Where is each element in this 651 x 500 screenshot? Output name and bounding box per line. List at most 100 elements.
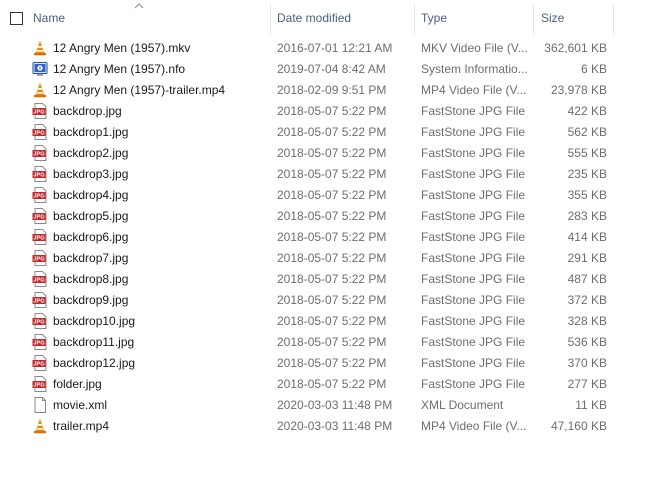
svg-text:JPG: JPG [33, 320, 44, 326]
file-date-modified: 2020-03-03 11:48 PM [277, 398, 393, 412]
file-name: 12 Angry Men (1957).nfo [53, 62, 186, 76]
file-row[interactable]: 12 Angry Men (1957).mkv 2016-07-01 12:21 … [0, 37, 651, 58]
file-row[interactable]: JPG backdrop9.jpg 2018-05-07 5:22 PM FastS… [0, 289, 651, 310]
file-date-modified: 2019-07-04 8:42 AM [277, 62, 386, 76]
file-type: FastStone JPG File [421, 167, 526, 181]
file-date-modified: 2018-05-07 5:22 PM [277, 104, 387, 118]
file-name: backdrop12.jpg [53, 356, 136, 370]
file-list: 12 Angry Men (1957).mkv 2016-07-01 12:21 … [0, 37, 651, 436]
file-name: backdrop4.jpg [53, 188, 129, 202]
file-type: MP4 Video File (V... [421, 419, 527, 433]
file-row[interactable]: JPG backdrop12.jpg 2018-05-07 5:22 PM Fast… [0, 352, 651, 373]
file-size: 362,601 KB [544, 41, 607, 55]
file-date-modified: 2016-07-01 12:21 AM [277, 41, 393, 55]
file-name: backdrop8.jpg [53, 272, 129, 286]
file-date-modified: 2018-05-07 5:22 PM [277, 188, 387, 202]
file-row[interactable]: JPG folder.jpg 2018-05-07 5:22 PM FastSton… [0, 373, 651, 394]
file-row[interactable]: JPG backdrop1.jpg 2018-05-07 5:22 PM FastS… [0, 121, 651, 142]
file-name: movie.xml [53, 398, 108, 412]
file-date-modified: 2018-05-07 5:22 PM [277, 230, 387, 244]
jpg-file-icon: JPG [32, 187, 48, 203]
file-size: 283 KB [567, 209, 607, 223]
file-date-modified: 2018-05-07 5:22 PM [277, 209, 387, 223]
file-row[interactable]: JPG backdrop2.jpg 2018-05-07 5:22 PM FastS… [0, 142, 651, 163]
svg-text:JPG: JPG [33, 215, 44, 221]
jpg-file-icon: JPG [32, 124, 48, 140]
column-divider-size[interactable] [613, 4, 614, 34]
jpg-file-icon: JPG [32, 271, 48, 287]
svg-text:JPG: JPG [33, 194, 44, 200]
jpg-file-icon: JPG [32, 229, 48, 245]
file-size: 235 KB [567, 167, 607, 181]
file-row[interactable]: movie.xml 2020-03-03 11:48 PM XML Document… [0, 394, 651, 415]
file-size: 47,160 KB [550, 419, 607, 433]
svg-text:JPG: JPG [33, 341, 44, 347]
system-info-icon [32, 61, 48, 77]
column-divider-type[interactable] [533, 4, 534, 34]
file-type: FastStone JPG File [421, 356, 526, 370]
file-size: 562 KB [567, 125, 607, 139]
file-size: 23,978 KB [550, 83, 607, 97]
file-type: MKV Video File (V... [421, 41, 528, 55]
column-header-type[interactable]: Type [421, 11, 447, 25]
file-name: backdrop1.jpg [53, 125, 129, 139]
file-date-modified: 2018-05-07 5:22 PM [277, 272, 387, 286]
file-date-modified: 2018-05-07 5:22 PM [277, 377, 387, 391]
file-row[interactable]: 12 Angry Men (1957).nfo 2019-07-04 8:42 A… [0, 58, 651, 79]
jpg-file-icon: JPG [32, 334, 48, 350]
file-row[interactable]: JPG backdrop10.jpg 2018-05-07 5:22 PM Fast… [0, 310, 651, 331]
file-date-modified: 2018-05-07 5:22 PM [277, 167, 387, 181]
file-row[interactable]: JPG backdrop.jpg 2018-05-07 5:22 PM FastSt… [0, 100, 651, 121]
file-size: 414 KB [567, 230, 607, 244]
file-size: 6 KB [580, 62, 607, 76]
file-name: backdrop2.jpg [53, 146, 129, 160]
svg-text:JPG: JPG [33, 383, 44, 389]
file-size: 11 KB [575, 398, 607, 412]
file-date-modified: 2018-05-07 5:22 PM [277, 314, 387, 328]
column-header-size[interactable]: Size [541, 11, 564, 25]
file-row[interactable]: JPG backdrop8.jpg 2018-05-07 5:22 PM FastS… [0, 268, 651, 289]
select-all-checkbox[interactable] [10, 12, 23, 25]
file-name: backdrop9.jpg [53, 293, 129, 307]
file-type: FastStone JPG File [421, 314, 526, 328]
column-divider-name[interactable] [270, 4, 271, 34]
svg-text:JPG: JPG [33, 110, 44, 116]
file-date-modified: 2018-05-07 5:22 PM [277, 335, 387, 349]
column-header-date-modified[interactable]: Date modified [277, 11, 351, 25]
file-type: FastStone JPG File [421, 272, 526, 286]
file-type: FastStone JPG File [421, 293, 526, 307]
file-row[interactable]: trailer.mp4 2020-03-03 11:48 PM MP4 Video … [0, 415, 651, 436]
file-row[interactable]: JPG backdrop6.jpg 2018-05-07 5:22 PM FastS… [0, 226, 651, 247]
svg-text:JPG: JPG [33, 173, 44, 179]
file-size: 291 KB [567, 251, 607, 265]
file-type: System Informatio... [421, 62, 528, 76]
file-row[interactable]: JPG backdrop5.jpg 2018-05-07 5:22 PM FastS… [0, 205, 651, 226]
column-divider-date[interactable] [414, 4, 415, 34]
column-header-name[interactable]: Name [33, 11, 65, 25]
file-row[interactable]: JPG backdrop4.jpg 2018-05-07 5:22 PM FastS… [0, 184, 651, 205]
file-size: 422 KB [567, 104, 607, 118]
file-row[interactable]: 12 Angry Men (1957)-trailer.mp4 2018-02-0… [0, 79, 651, 100]
file-name: backdrop6.jpg [53, 230, 129, 244]
svg-text:JPG: JPG [33, 362, 44, 368]
file-type: MP4 Video File (V... [421, 83, 527, 97]
jpg-file-icon: JPG [32, 103, 48, 119]
file-type: FastStone JPG File [421, 377, 526, 391]
jpg-file-icon: JPG [32, 355, 48, 371]
file-name: folder.jpg [53, 377, 102, 391]
file-row[interactable]: JPG backdrop3.jpg 2018-05-07 5:22 PM FastS… [0, 163, 651, 184]
file-size: 555 KB [567, 146, 607, 160]
file-name: trailer.mp4 [53, 419, 110, 433]
file-row[interactable]: JPG backdrop11.jpg 2018-05-07 5:22 PM Fast… [0, 331, 651, 352]
blank-document-icon [32, 397, 48, 413]
file-name: backdrop3.jpg [53, 167, 129, 181]
jpg-file-icon: JPG [32, 376, 48, 392]
file-type: FastStone JPG File [421, 335, 526, 349]
file-type: FastStone JPG File [421, 209, 526, 223]
file-type: FastStone JPG File [421, 251, 526, 265]
sort-ascending-icon [134, 3, 144, 9]
svg-text:JPG: JPG [33, 236, 44, 242]
file-name: backdrop7.jpg [53, 251, 129, 265]
file-row[interactable]: JPG backdrop7.jpg 2018-05-07 5:22 PM FastS… [0, 247, 651, 268]
file-name: backdrop11.jpg [53, 335, 135, 349]
